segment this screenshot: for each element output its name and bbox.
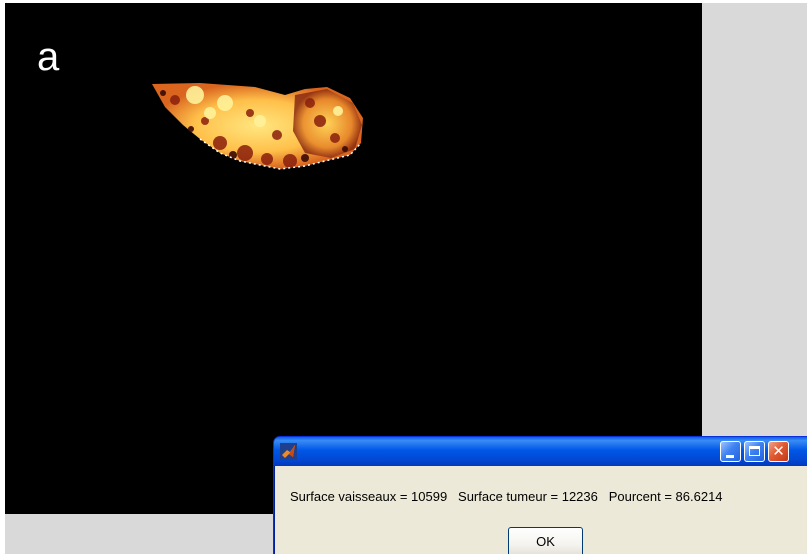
maximize-button[interactable] bbox=[744, 441, 765, 462]
minimize-icon bbox=[726, 455, 734, 458]
screenshot-root: a ✕ Surface vaisseaux = 10599 Surface tu… bbox=[0, 0, 807, 554]
tumor-region bbox=[152, 83, 363, 170]
matlab-icon bbox=[280, 443, 297, 460]
minimize-button[interactable] bbox=[720, 441, 741, 462]
results-dialog: ✕ Surface vaisseaux = 10599 Surface tume… bbox=[273, 436, 807, 554]
panel-label: a bbox=[37, 35, 60, 79]
close-icon: ✕ bbox=[772, 442, 785, 460]
result-message: Surface vaisseaux = 10599 Surface tumeur… bbox=[290, 489, 723, 504]
close-button[interactable]: ✕ bbox=[768, 441, 789, 462]
dialog-titlebar[interactable]: ✕ bbox=[274, 437, 807, 466]
ok-button[interactable]: OK bbox=[508, 527, 583, 554]
maximize-icon bbox=[749, 446, 760, 456]
